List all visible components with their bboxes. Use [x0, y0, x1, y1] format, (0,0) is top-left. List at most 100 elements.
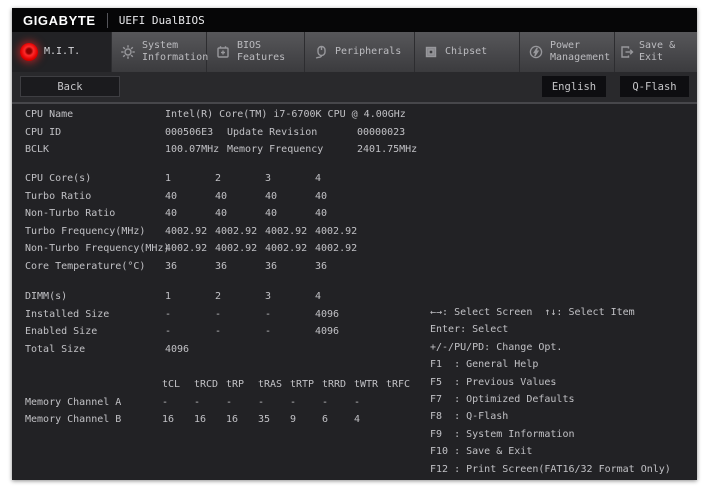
column-header: tRTP — [290, 379, 322, 390]
language-button[interactable]: English — [542, 76, 606, 97]
tab-label: Peripherals — [335, 46, 401, 59]
table-row: CPU Core(s) 1 2 3 4 — [25, 170, 365, 188]
cell-value: - — [226, 397, 258, 408]
row-label: Update Revision — [227, 127, 357, 138]
help-line: F9 : System Information — [430, 426, 671, 443]
tab-label: BIOS Features — [237, 40, 285, 65]
cell-value: 2401.75MHz — [357, 144, 417, 155]
timing-table-section: tCL tRCD tRP tRAS tRTP tRRD tWTR tRFC Me… — [25, 376, 418, 429]
chip-square-icon — [423, 44, 439, 60]
help-line: F8 : Q-Flash — [430, 408, 671, 425]
table-row: CPU Name Intel(R) Core(TM) i7-6700K CPU … — [25, 106, 417, 124]
cell-value: 4002.92 — [215, 243, 265, 254]
cell-value: 40 — [315, 208, 365, 219]
tab-peripherals[interactable]: Peripherals — [305, 32, 415, 72]
help-line: Enter: Select — [430, 321, 671, 338]
row-label: Core Temperature(°C) — [25, 261, 165, 272]
cell-value: 16 — [194, 414, 226, 425]
tab-label: System Information — [142, 40, 208, 65]
cell-value: 4096 — [165, 344, 215, 355]
cell-value: 2 — [215, 173, 265, 184]
cell-value: 35 — [258, 414, 290, 425]
cell-value: 1 — [165, 173, 215, 184]
table-row: Turbo Ratio 40 40 40 40 — [25, 188, 365, 206]
cell-value: 4002.92 — [165, 226, 215, 237]
core-table-section: CPU Core(s) 1 2 3 4 Turbo Ratio 40 40 40… — [25, 170, 365, 275]
row-label: CPU Name — [25, 109, 165, 120]
table-row: BCLK 100.07MHz Memory Frequency 2401.75M… — [25, 141, 417, 159]
cell-value: 40 — [315, 191, 365, 202]
column-header: tRP — [226, 379, 258, 390]
tab-label: Save & Exit — [639, 40, 697, 65]
row-label: DIMM(s) — [25, 291, 165, 302]
tab-power-management[interactable]: Power Management — [520, 32, 615, 72]
table-row: Total Size 4096 — [25, 341, 365, 359]
cell-value: 9 — [290, 414, 322, 425]
cell-value: 4002.92 — [265, 226, 315, 237]
column-header: tRRD — [322, 379, 354, 390]
power-bolt-icon — [528, 44, 544, 60]
cell-value: - — [194, 397, 226, 408]
bios-window: GIGABYTE UEFI DualBIOS M.I.T. System Inf… — [12, 8, 697, 480]
column-header: tRCD — [194, 379, 226, 390]
row-label: Non-Turbo Ratio — [25, 208, 165, 219]
cell-value: 3 — [265, 291, 315, 302]
cell-value: 00000023 — [357, 127, 417, 138]
cell-value: 2 — [215, 291, 265, 302]
table-header-row: tCL tRCD tRP tRAS tRTP tRRD tWTR tRFC — [25, 376, 418, 394]
table-row: Non-Turbo Ratio 40 40 40 40 — [25, 205, 365, 223]
column-header: tRFC — [386, 379, 418, 390]
cell-value: 4002.92 — [315, 243, 365, 254]
tab-chipset[interactable]: Chipset — [415, 32, 520, 72]
product-title: UEFI DualBIOS — [119, 14, 205, 27]
row-label: BCLK — [25, 144, 165, 155]
cell-value: 4 — [315, 291, 365, 302]
tab-mit[interactable]: M.I.T. — [12, 32, 112, 72]
mit-red-dot-icon — [20, 43, 38, 61]
cell-value: 40 — [165, 191, 215, 202]
help-line: ESC : Exit — [430, 478, 671, 480]
tab-system-information[interactable]: System Information — [112, 32, 207, 72]
cell-value: 4002.92 — [265, 243, 315, 254]
table-row: Memory Channel A - - - - - - - — [25, 394, 418, 412]
table-row: CPU ID 000506E3 Update Revision 00000023 — [25, 124, 417, 142]
qflash-button[interactable]: Q-Flash — [620, 76, 689, 97]
cell-value: - — [215, 309, 265, 320]
tab-save-exit[interactable]: Save & Exit — [615, 32, 697, 72]
mouse-icon — [313, 44, 329, 60]
column-header: tRAS — [258, 379, 290, 390]
row-label: Memory Channel B — [25, 414, 162, 425]
table-row: Installed Size - - - 4096 — [25, 306, 365, 324]
row-label: CPU Core(s) — [25, 173, 165, 184]
cell-value: - — [165, 326, 215, 337]
tab-bios-features[interactable]: BIOS Features — [207, 32, 305, 72]
help-line: F12 : Print Screen(FAT16/32 Format Only) — [430, 461, 671, 478]
row-label: Turbo Frequency(MHz) — [25, 226, 165, 237]
sub-bar: Back English Q-Flash — [12, 72, 697, 102]
cell-value: - — [265, 326, 315, 337]
cell-value: 36 — [215, 261, 265, 272]
table-row: Non-Turbo Frequency(MHz) 4002.92 4002.92… — [25, 240, 365, 258]
title-divider — [107, 13, 108, 28]
table-row: Core Temperature(°C) 36 36 36 36 — [25, 258, 365, 276]
exit-arrow-icon — [619, 44, 635, 60]
row-label: Enabled Size — [25, 326, 165, 337]
row-label: Installed Size — [25, 309, 165, 320]
gear-icon — [120, 44, 136, 60]
cell-value: 6 — [322, 414, 354, 425]
cell-value: 1 — [165, 291, 215, 302]
help-line: F7 : Optimized Defaults — [430, 391, 671, 408]
cell-value: 36 — [315, 261, 365, 272]
dimm-table-section: DIMM(s) 1 2 3 4 Installed Size - - - 409… — [25, 288, 365, 358]
cell-value: 40 — [215, 208, 265, 219]
title-bar: GIGABYTE UEFI DualBIOS — [12, 8, 697, 32]
table-row: Memory Channel B 16 16 16 35 9 6 4 — [25, 411, 418, 429]
gigabyte-logo: GIGABYTE — [23, 13, 96, 28]
row-label: Total Size — [25, 344, 165, 355]
cell-value: 36 — [265, 261, 315, 272]
cell-value: 4002.92 — [315, 226, 365, 237]
tab-bar: M.I.T. System Information BIOS F — [12, 32, 697, 72]
back-button[interactable]: Back — [20, 76, 120, 97]
cell-value: - — [215, 326, 265, 337]
cell-value: 3 — [265, 173, 315, 184]
